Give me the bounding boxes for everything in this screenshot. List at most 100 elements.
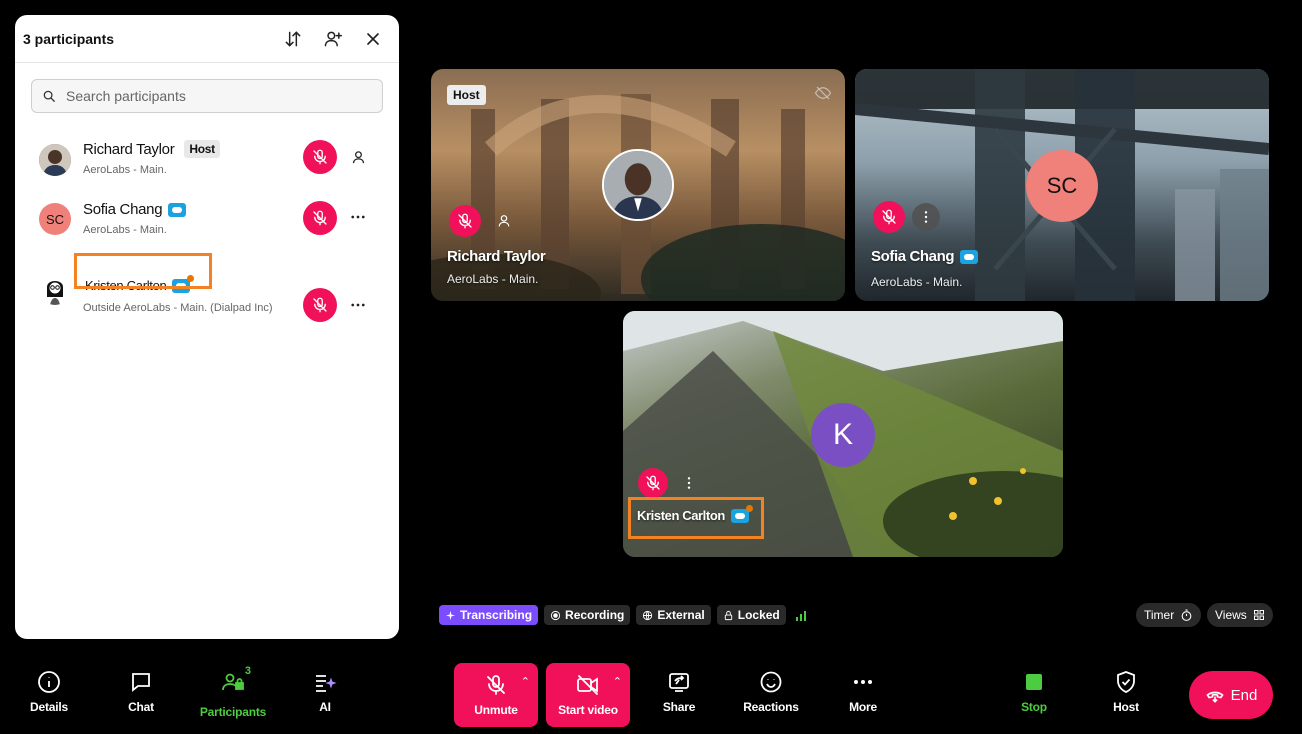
recording-label: Recording: [565, 608, 625, 622]
tile-participant-org: AeroLabs - Main.: [871, 275, 963, 289]
participants-panel: 3 participants Richard Taylor Host AeroLa…: [15, 15, 399, 639]
panel-title: 3 participants: [23, 30, 115, 47]
stopwatch-icon: [1181, 609, 1192, 621]
meeting-status-bar: Transcribing Recording External Locked: [439, 605, 806, 625]
cartoon-avatar-icon: [47, 281, 63, 305]
person-icon: [352, 150, 364, 163]
ai-sparkle-list-icon: [316, 675, 337, 692]
mute-status-button[interactable]: [303, 140, 337, 174]
globe-icon: [643, 610, 653, 620]
add-participant-button[interactable]: [315, 21, 351, 57]
participants-label: Participants: [199, 705, 267, 719]
participants-button[interactable]: 3 Participants: [193, 665, 273, 719]
ai-label: AI: [319, 700, 331, 714]
mic-off-icon: [313, 297, 327, 313]
recording-chip[interactable]: Recording: [544, 605, 631, 625]
host-label-toolbar: Host: [1113, 700, 1139, 714]
mute-status-button[interactable]: [449, 205, 481, 237]
more-vertical-icon: [687, 477, 691, 489]
host-controls-button[interactable]: Host: [1086, 670, 1166, 714]
participant-org: AeroLabs - Main.: [83, 224, 167, 236]
search-icon: [43, 90, 55, 102]
mute-status-button[interactable]: [638, 468, 668, 498]
chevron-up-icon[interactable]: ⌃: [613, 675, 622, 688]
host-badge: Host: [184, 140, 220, 158]
mute-status-button[interactable]: [303, 288, 337, 322]
video-tile-richard[interactable]: Host Richard Taylor AeroLabs - Main.: [431, 69, 845, 301]
end-label: End: [1230, 686, 1258, 704]
grid-icon: [1253, 610, 1264, 620]
sparkle-icon: [445, 610, 456, 620]
more-options-button[interactable]: [675, 469, 703, 497]
transcribing-label: Transcribing: [460, 608, 533, 622]
details-button[interactable]: Details: [9, 670, 89, 714]
more-options-button[interactable]: [912, 203, 940, 231]
participant-avatar: SC: [1026, 150, 1098, 222]
video-tile-kristen[interactable]: K Kristen Carlton: [623, 311, 1063, 557]
avatar: SC: [39, 203, 71, 235]
unmute-button[interactable]: Unmute ⌃: [454, 663, 538, 727]
views-button[interactable]: Views: [1207, 603, 1273, 627]
tile-participant-name: Richard Taylor: [447, 248, 546, 265]
shield-check-icon: [1117, 671, 1135, 693]
avatar: [39, 273, 71, 305]
person-photo-icon: [39, 144, 71, 176]
share-screen-icon: [669, 673, 689, 692]
close-icon: [367, 32, 379, 45]
reactions-button[interactable]: Reactions: [731, 670, 811, 714]
stop-recording-button[interactable]: Stop: [994, 670, 1074, 714]
video-off-icon: [577, 675, 598, 695]
salesforce-icon: [168, 202, 187, 217]
sort-button[interactable]: [275, 21, 311, 57]
participant-profile-button[interactable]: [346, 145, 370, 169]
tile-name-row: Sofia Chang: [871, 248, 979, 265]
mic-off-icon: [646, 475, 660, 491]
participant-info: Richard Taylor Host AeroLabs - Main.: [83, 140, 283, 178]
record-icon: [550, 610, 561, 620]
end-call-button[interactable]: End: [1189, 671, 1273, 719]
participant-avatar: K: [811, 403, 875, 467]
participant-name: Sofia Chang: [83, 201, 163, 218]
more-button[interactable]: More: [823, 670, 903, 714]
timer-button[interactable]: Timer: [1136, 603, 1202, 627]
video-tile-sofia[interactable]: SC Sofia Chang AeroLabs - Main.: [855, 69, 1269, 301]
participant-info: Sofia Chang AeroLabs - Main.: [83, 201, 283, 238]
hang-up-icon: [1206, 691, 1224, 703]
participant-avatar: [602, 149, 674, 221]
host-label: Host: [447, 85, 486, 105]
participant-org: AeroLabs - Main.: [83, 164, 167, 176]
chat-icon: [132, 673, 150, 692]
stop-label: Stop: [1021, 700, 1047, 714]
more-options-button[interactable]: [346, 205, 370, 229]
participants-icon: [222, 673, 244, 691]
salesforce-icon: [960, 249, 979, 264]
mic-off-icon: [882, 209, 896, 225]
chevron-up-icon[interactable]: ⌃: [521, 675, 530, 688]
ai-button[interactable]: AI: [285, 670, 365, 714]
add-user-icon: [324, 31, 343, 46]
more-horizontal-icon: [351, 215, 365, 219]
participant-org: Outside AeroLabs - Main. (Dialpad Inc): [83, 302, 273, 314]
more-vertical-icon: [924, 211, 928, 223]
search-input[interactable]: [66, 88, 372, 104]
mute-status-button[interactable]: [873, 201, 905, 233]
more-options-button[interactable]: [346, 293, 370, 317]
locked-chip[interactable]: Locked: [716, 605, 786, 625]
external-chip[interactable]: External: [636, 605, 711, 625]
start-video-button[interactable]: Start video ⌃: [546, 663, 630, 727]
chat-label: Chat: [128, 700, 154, 714]
reactions-label: Reactions: [743, 700, 799, 714]
avatar: [39, 144, 71, 176]
more-horizontal-icon: [854, 680, 872, 684]
transcribing-chip[interactable]: Transcribing: [439, 605, 539, 625]
chat-button[interactable]: Chat: [101, 670, 181, 714]
close-panel-button[interactable]: [355, 21, 391, 57]
stop-icon: [1026, 674, 1042, 690]
tile-participant-org: AeroLabs - Main.: [447, 272, 539, 286]
search-box[interactable]: [31, 79, 383, 113]
mute-status-button[interactable]: [303, 201, 337, 235]
external-label: External: [657, 608, 705, 622]
timer-label: Timer: [1144, 608, 1175, 622]
share-button[interactable]: Share: [639, 670, 719, 714]
highlight-box: [628, 497, 764, 539]
